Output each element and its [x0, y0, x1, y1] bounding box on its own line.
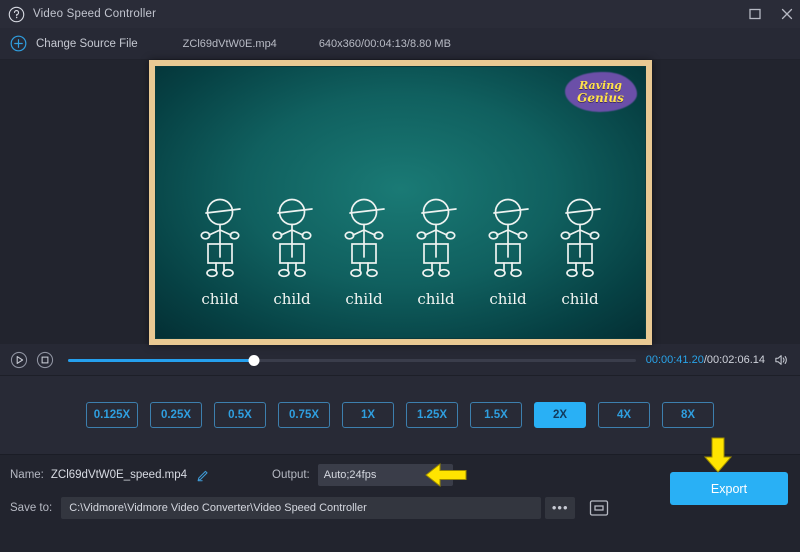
- browse-button[interactable]: •••: [545, 497, 575, 519]
- output-format-value: Auto;24fps: [324, 469, 377, 481]
- stop-icon[interactable]: [36, 351, 54, 369]
- save-path-value: C:\Vidmore\Vidmore Video Converter\Video…: [69, 502, 367, 514]
- stick-figure: child: [191, 197, 249, 308]
- speed-button-1.25x[interactable]: 1.25X: [406, 402, 458, 428]
- speed-button-4x[interactable]: 4X: [598, 402, 650, 428]
- arrow-down-annotation: [703, 436, 733, 474]
- name-label: Name:: [10, 469, 44, 481]
- source-bar: Change Source File ZCl69dVtW0E.mp4 640x3…: [0, 28, 800, 60]
- output-file-name: ZCl69dVtW0E_speed.mp4: [51, 469, 187, 481]
- seek-fill: [68, 359, 254, 362]
- stick-figure-row: child: [156, 197, 645, 308]
- speed-button-0.5x[interactable]: 0.5X: [214, 402, 266, 428]
- stick-figure-icon: [479, 197, 537, 289]
- speed-button-label: 0.5X: [228, 409, 252, 421]
- stick-figure-label: child: [345, 290, 382, 308]
- speed-button-2x[interactable]: 2X: [534, 402, 586, 428]
- stick-figure-icon: [551, 197, 609, 289]
- help-circle-icon[interactable]: [8, 6, 25, 23]
- time-display: 00:00:41.20/00:02:06.14: [646, 354, 765, 366]
- stick-figure: child: [263, 197, 321, 308]
- video-frame: Raving Genius: [149, 60, 652, 345]
- stick-figure-label: child: [489, 290, 526, 308]
- speed-button-0.125x[interactable]: 0.125X: [86, 402, 138, 428]
- chalkboard-scene: Raving Genius: [155, 66, 646, 339]
- stick-figure-label: child: [417, 290, 454, 308]
- speed-button-label: 1.5X: [484, 409, 508, 421]
- speed-button-1x[interactable]: 1X: [342, 402, 394, 428]
- seek-handle[interactable]: [248, 355, 259, 366]
- close-icon[interactable]: [780, 7, 794, 21]
- stick-figure: child: [407, 197, 465, 308]
- speed-button-label: 8X: [681, 409, 695, 421]
- speed-button-label: 0.75X: [289, 409, 319, 421]
- volume-icon[interactable]: [774, 353, 790, 367]
- arrow-left-annotation: [424, 461, 468, 489]
- output-settings-panel: Name: ZCl69dVtW0E_speed.mp4 Output: Auto…: [0, 454, 800, 552]
- total-time: /00:02:06.14: [704, 354, 765, 366]
- stick-figure-icon: [407, 197, 465, 289]
- maximize-icon[interactable]: [748, 7, 762, 21]
- speed-button-label: 1X: [361, 409, 375, 421]
- folder-icon[interactable]: [587, 498, 611, 518]
- speed-button-0.25x[interactable]: 0.25X: [150, 402, 202, 428]
- window-controls: [748, 0, 794, 28]
- speed-button-label: 1.25X: [417, 409, 447, 421]
- save-path-field[interactable]: C:\Vidmore\Vidmore Video Converter\Video…: [61, 497, 541, 519]
- speed-button-8x[interactable]: 8X: [662, 402, 714, 428]
- export-button-label: Export: [711, 482, 747, 496]
- window-title: Video Speed Controller: [33, 8, 156, 20]
- source-file-name: ZCl69dVtW0E.mp4: [183, 38, 277, 50]
- speed-button-label: 2X: [553, 409, 567, 421]
- speed-button-label: 4X: [617, 409, 631, 421]
- speed-button-label: 0.25X: [161, 409, 191, 421]
- speed-button-0.75x[interactable]: 0.75X: [278, 402, 330, 428]
- stick-figure: child: [335, 197, 393, 308]
- stick-figure-icon: [335, 197, 393, 289]
- current-time: 00:00:41.20: [646, 354, 704, 366]
- change-source-file-button[interactable]: Change Source File: [36, 38, 138, 50]
- stick-figure-label: child: [273, 290, 310, 308]
- raving-genius-logo: Raving Genius: [565, 72, 637, 112]
- source-file-meta: 640x360/00:04:13/8.80 MB: [319, 38, 451, 50]
- stick-figure-label: child: [201, 290, 238, 308]
- pencil-icon[interactable]: [196, 468, 210, 482]
- output-label: Output:: [272, 469, 310, 481]
- plus-circle-icon[interactable]: [10, 35, 27, 52]
- speed-selector: 0.125X 0.25X 0.5X 0.75X 1X 1.25X 1.5X 2X 4X 8X: [0, 376, 800, 454]
- export-button[interactable]: Export: [670, 472, 788, 505]
- stick-figure: child: [479, 197, 537, 308]
- save-to-label: Save to:: [10, 502, 52, 514]
- stick-figure-icon: [191, 197, 249, 289]
- stick-figure-label: child: [561, 290, 598, 308]
- logo-line-1: Raving: [579, 80, 622, 91]
- title-bar: Video Speed Controller: [0, 0, 800, 28]
- logo-line-2: Genius: [577, 92, 624, 104]
- play-icon[interactable]: [10, 351, 28, 369]
- speed-button-1.5x[interactable]: 1.5X: [470, 402, 522, 428]
- seek-slider[interactable]: [68, 351, 636, 369]
- video-preview-area[interactable]: Raving Genius: [0, 60, 800, 344]
- speed-button-label: 0.125X: [94, 409, 130, 421]
- stick-figure-icon: [263, 197, 321, 289]
- playback-controls-bar: 00:00:41.20/00:02:06.14: [0, 344, 800, 376]
- browse-dots-label: •••: [552, 504, 569, 512]
- stick-figure: child: [551, 197, 609, 308]
